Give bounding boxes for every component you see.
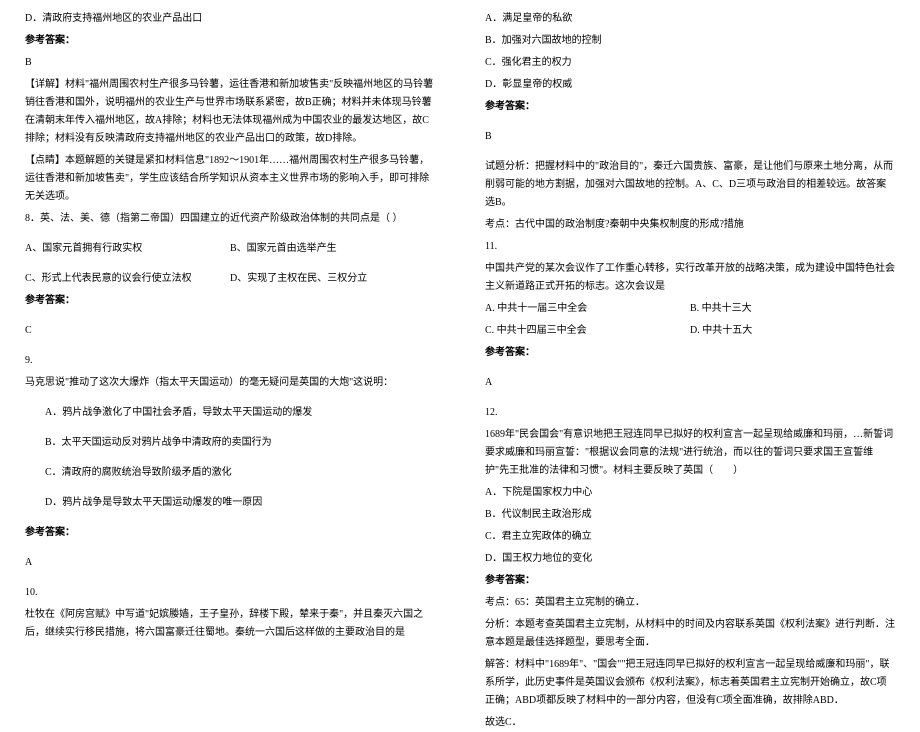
q9-option-b: B．太平天国运动反对鸦片战争中清政府的卖国行为 (25, 434, 435, 452)
q7-point: 【点睛】本题解题的关键是紧扣材料信息"1892～1901年……福州周围农村生产很… (25, 152, 435, 206)
q7-answer: B (25, 54, 435, 72)
q9-answer: A (25, 554, 435, 572)
q10-analysis: 试题分析：把握材料中的"政治目的"，秦迁六国贵族、富豪，是让他们与原来土地分离，… (485, 158, 895, 212)
q12-point: 考点：65：英国君主立宪制的确立． (485, 594, 895, 612)
q12-analysis: 分析：本题考查英国君主立宪制，从材料中的时间及内容联系英国《权利法案》进行判断．… (485, 616, 895, 652)
q12-num: 12. (485, 404, 895, 422)
q8-answer: C (25, 322, 435, 340)
q10-stem: 杜牧在《阿房宫赋》中写道"妃嫔媵嫱，王子皇孙，辞楼下殿，辇来于秦"，并且秦灭六国… (25, 606, 435, 642)
ref-answer-label: 参考答案： (25, 292, 435, 310)
q11-options-row2: C. 中共十四届三中全会 D. 中共十五大 (485, 322, 895, 340)
ref-answer-label: 参考答案： (25, 524, 435, 542)
q10-option-b: B．加强对六国故地的控制 (485, 32, 895, 50)
q8-option-d: D、实现了主权在民、三权分立 (230, 270, 435, 288)
q8-stem: 8．英、法、美、德（指第二帝国）四国建立的近代资产阶级政治体制的共同点是（ ） (25, 210, 435, 228)
q10-option-d: D．彰显皇帝的权威 (485, 76, 895, 94)
q11-stem: 中国共产党的某次会议作了工作重心转移，实行改革开放的战略决策，成为建设中国特色社… (485, 260, 895, 296)
q10-num: 10. (25, 584, 435, 602)
q12-option-d: D．国王权力地位的变化 (485, 550, 895, 568)
q7-option-d: D．清政府支持福州地区的农业产品出口 (25, 10, 435, 28)
q11-num: 11. (485, 238, 895, 256)
q12-solve: 解答：材料中"1689年"、"国会""把王冠连同早已拟好的权利宣言一起呈现给威廉… (485, 656, 895, 710)
q11-option-c: C. 中共十四届三中全会 (485, 322, 690, 340)
q9-option-a: A．鸦片战争激化了中国社会矛盾，导致太平天国运动的爆发 (25, 404, 435, 422)
q8-options-row1: A、国家元首拥有行政实权 B、国家元首由选举产生 (25, 240, 435, 258)
right-column: A．满足皇帝的私欲 B．加强对六国故地的控制 C．强化君主的权力 D．彰显皇帝的… (460, 10, 920, 641)
q8-options-row2: C、形式上代表民意的议会行使立法权 D、实现了主权在民、三权分立 (25, 270, 435, 288)
q9-stem: 马克思说"推动了这次大爆炸（指太平天国运动）的毫无疑问是英国的大炮"这说明： (25, 374, 435, 392)
q10-option-c: C．强化君主的权力 (485, 54, 895, 72)
q11-option-a: A. 中共十一届三中全会 (485, 300, 690, 318)
q11-answer: A (485, 374, 895, 392)
q9-num: 9. (25, 352, 435, 370)
q12-select: 故选C． (485, 714, 895, 732)
ref-answer-label: 参考答案： (25, 32, 435, 50)
q9-option-d: D．鸦片战争是导致太平天国运动爆发的唯一原因 (25, 494, 435, 512)
q10-answer: B (485, 128, 895, 146)
q8-option-b: B、国家元首由选举产生 (230, 240, 435, 258)
ref-answer-label: 参考答案： (485, 98, 895, 116)
q10-option-a: A．满足皇帝的私欲 (485, 10, 895, 28)
q12-option-c: C．君主立宪政体的确立 (485, 528, 895, 546)
q11-option-b: B. 中共十三大 (690, 300, 895, 318)
q8-option-c: C、形式上代表民意的议会行使立法权 (25, 270, 230, 288)
q9-option-c: C．清政府的腐败统治导致阶级矛盾的激化 (25, 464, 435, 482)
ref-answer-label: 参考答案： (485, 572, 895, 590)
ref-answer-label: 参考答案： (485, 344, 895, 362)
q10-point: 考点：古代中国的政治制度?秦朝中央集权制度的形成?措施 (485, 216, 895, 234)
q11-option-d: D. 中共十五大 (690, 322, 895, 340)
q12-stem: 1689年"民会国会"有意识地把王冠连同早已拟好的权利宣言一起呈现给威廉和玛丽，… (485, 426, 895, 480)
q11-options-row1: A. 中共十一届三中全会 B. 中共十三大 (485, 300, 895, 318)
q8-option-a: A、国家元首拥有行政实权 (25, 240, 230, 258)
left-column: D．清政府支持福州地区的农业产品出口 参考答案： B 【详解】材料"福州周围农村… (0, 10, 460, 641)
q7-detail: 【详解】材料"福州周围农村生产很多马铃薯，运往香港和新加坡售卖"反映福州地区的马… (25, 76, 435, 148)
q12-option-a: A．下院是国家权力中心 (485, 484, 895, 502)
q12-option-b: B．代议制民主政治形成 (485, 506, 895, 524)
